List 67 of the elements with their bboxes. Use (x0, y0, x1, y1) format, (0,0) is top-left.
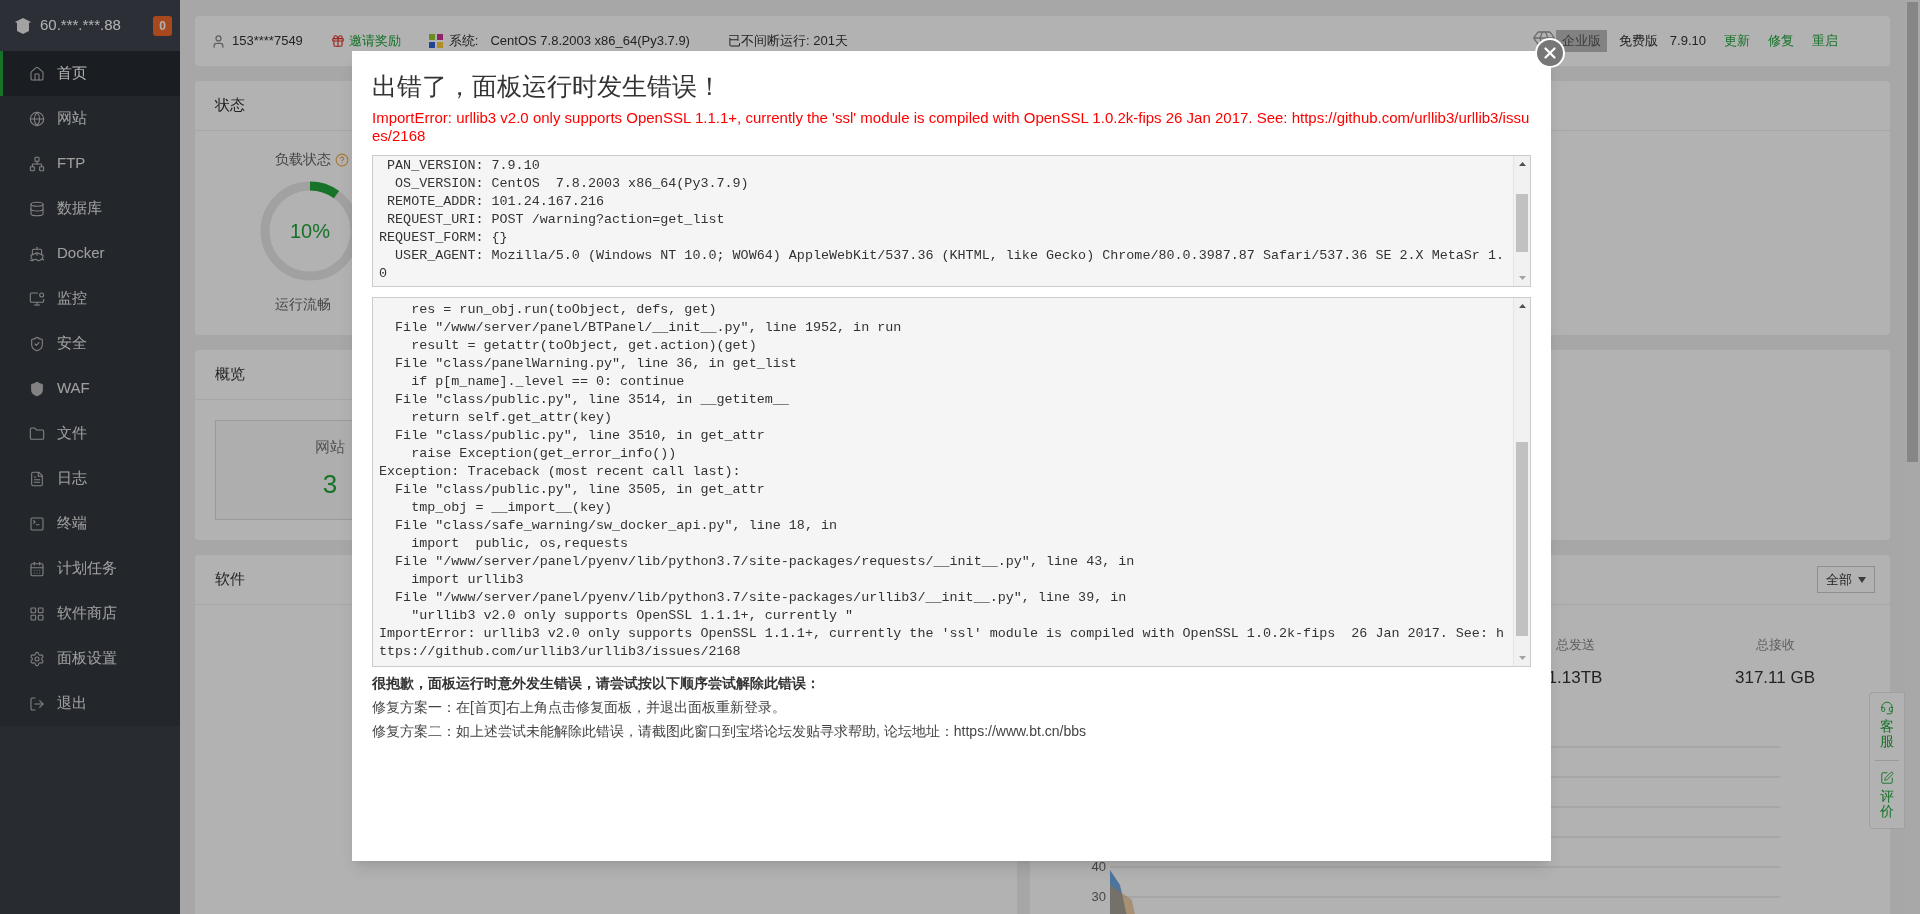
code-line: REQUEST_FORM: {} (379, 229, 509, 247)
code-line: res = run_obj.run(toObject, defs, get) (410, 301, 718, 319)
system-info: CentOS 7.8.2003 x86_64(Py3.7.9) (490, 32, 690, 51)
sidebar-item[interactable]: 日志 (0, 456, 180, 501)
stat-value: 317.11 GB (1735, 666, 1815, 689)
gauge-value: 10% (290, 219, 330, 243)
fix-instruction: 修复方案二：如上述尝试未能解除此错误，请截图此窗口到宝塔论坛发贴寻求帮助, 论坛地址：https://www.bt.cn/bbs (372, 722, 1088, 741)
code-line: OS_VERSION: CentOS 7.8.2003 x86_64(Py3.7.9) (394, 175, 750, 193)
sidebar-item[interactable]: 文件 (0, 411, 180, 456)
code-line: USER_AGENT: Mozilla/5.0 (Windows NT 10.0; WOW64) AppleWebKit/537.36 (KHTML, like Gecko) Chrome/80.0.3987.87 Safari/537.36 SE 2.X MetaSr 1.0 (379, 247, 1505, 283)
code-line: File "/www/server/panel/BTPanel/__init__.py", line 1952, in run (394, 319, 903, 337)
code-line: File "class/safe_warning/sw_docker_api.py", line 18, in (394, 517, 839, 535)
axis-tick: 30 (1090, 890, 1107, 904)
tile-value: 3 (322, 467, 338, 501)
filter-select[interactable]: 全部 (1817, 565, 1875, 594)
code-line: import urllib3 (410, 571, 525, 589)
sidebar-item[interactable]: 安全 (0, 321, 180, 366)
code-line: File "/www/server/panel/pyenv/lib/python3.7/site-packages/requests/__init__.py", line 43, in (394, 553, 1136, 571)
invite-link[interactable]: 邀请奖励 (348, 31, 401, 51)
code-line: REQUEST_URI: POST /warning?action=get_list (386, 211, 726, 229)
sidebar-item[interactable]: 面板设置 (0, 636, 180, 681)
code-line: ImportError: urllib3 v2.0 only supports OpenSSL 1.1.1+, currently the 'ssl' module is compiled with OpenSSL 1.0.2k-fips 26 Jan 2017. See: https://github.com/urllib3/urllib3/issues/2168 (379, 625, 1505, 661)
axis-tick: 40 (1090, 860, 1107, 874)
stat-value: 1.13TB (1547, 666, 1603, 689)
sidebar-item[interactable]: Docker (0, 231, 180, 276)
code-line: REMOTE_ADDR: 101.24.167.216 (386, 193, 605, 211)
sidebar-item[interactable]: 监控 (0, 276, 180, 321)
system-label: 系统: (448, 32, 479, 51)
user-account: 153****7549 (232, 32, 303, 51)
stat-label: 总接收 (1755, 636, 1795, 654)
gauge-caption: 运行流畅 (275, 295, 331, 314)
header-link[interactable]: 更新 (1724, 31, 1750, 51)
dialog-title: 出错了，面板运行时发生错误！ (372, 71, 723, 102)
error-message: ImportError: urllib3 v2.0 only supports OpenSSL 1.1.1+, currently the 'ssl' module is compiled with OpenSSL 1.0.2k-fips 26 Jan 2017. See: https://github.com/urllib3/urllib3/issues/2168 (372, 109, 1531, 145)
sidebar-item[interactable]: 计划任务 (0, 546, 180, 591)
card-title: 概览 (215, 364, 245, 385)
sidebar-item[interactable]: WAF (0, 366, 180, 411)
version-label: 7.9.10 (1669, 32, 1706, 51)
card-title: 状态 (215, 95, 245, 116)
code-line: PAN_VERSION: 7.9.10 (386, 157, 541, 175)
header-link[interactable]: 修复 (1768, 31, 1794, 51)
plan-label: 免费版 (1618, 32, 1658, 51)
code-line: import public, os,requests (410, 535, 630, 553)
gauge-label: 负载状态 (275, 150, 331, 169)
widget-link[interactable]: 评价 (1880, 788, 1894, 820)
sidebar-item[interactable]: 退出 (0, 681, 180, 726)
host-address: 60.***.***.88 (40, 15, 122, 36)
sidebar-item[interactable]: 网站 (0, 96, 180, 141)
sidebar-item[interactable]: FTP (0, 141, 180, 186)
sidebar-item[interactable]: 首页 (0, 51, 180, 96)
code-line: File "class/panelWarning.py", line 36, in get_list (394, 355, 798, 373)
code-line: if p[m_name]._level == 0: continue (410, 373, 686, 391)
code-line: File "/www/server/panel/pyenv/lib/python3.7/site-packages/urllib3/__init__.py", line 39, in (394, 589, 1128, 607)
uptime: 已不间断运行: 201天 (727, 32, 848, 51)
code-line: result = getattr(toObject, get.action)(get) (410, 337, 758, 355)
apology-text: 很抱歉，面板运行时意外发生错误，请尝试按以下顺序尝试解除此错误： (372, 674, 821, 693)
header-link[interactable]: 重启 (1812, 31, 1838, 51)
fix-instruction: 修复方案一：在[首页]右上角点击修复面板，并退出面板重新登录。 (372, 698, 787, 717)
card-title: 软件 (215, 569, 245, 590)
stat-label: 总发送 (1555, 636, 1595, 654)
sidebar-item[interactable]: 数据库 (0, 186, 180, 231)
sidebar-item[interactable]: 软件商店 (0, 591, 180, 636)
widget-link[interactable]: 客服 (1880, 719, 1894, 750)
tile-label: 网站 (315, 437, 345, 458)
code-line: File "class/public.py", line 3514, in __getitem__ (394, 391, 790, 409)
sidebar-item[interactable]: 终端 (0, 501, 180, 546)
code-line: "urllib3 v2.0 only supports OpenSSL 1.1.1+, currently " (410, 607, 855, 625)
